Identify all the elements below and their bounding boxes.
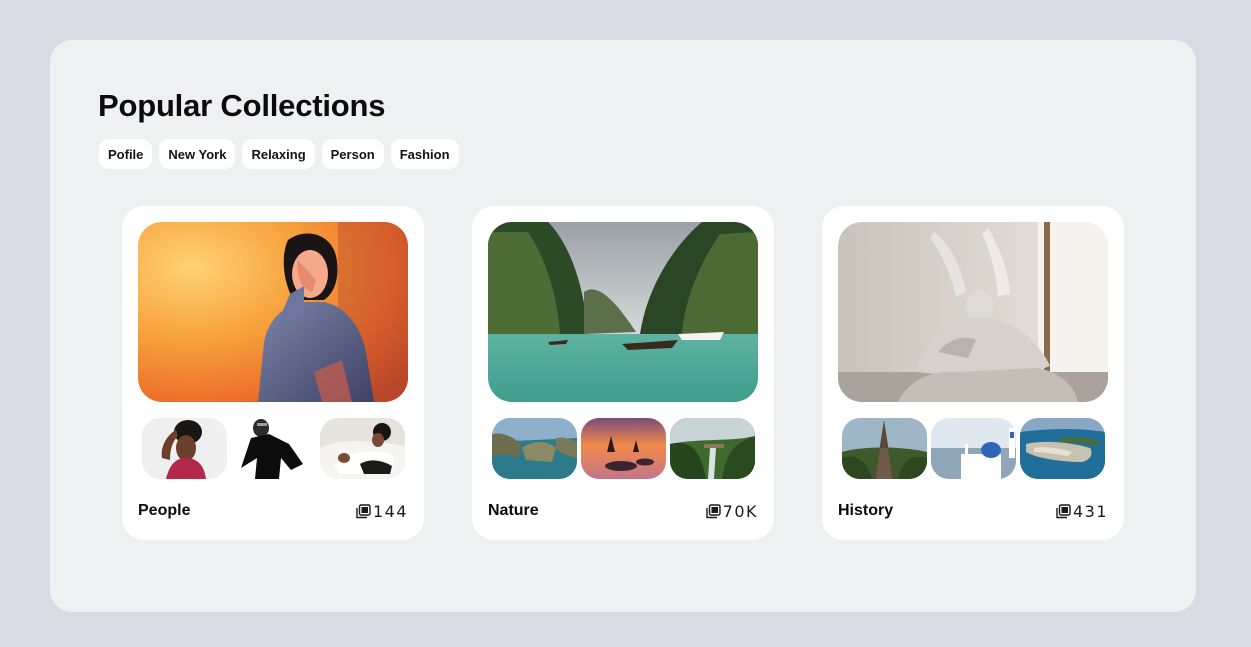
thumbnail-image[interactable]	[231, 418, 316, 479]
hero-image[interactable]	[138, 222, 408, 402]
thumbnail-row	[492, 418, 755, 479]
tag-relaxing[interactable]: Relaxing	[242, 139, 315, 169]
thumbnail-row	[842, 418, 1105, 479]
tag-fashion[interactable]: Fashion	[390, 139, 459, 169]
thumbnail-image[interactable]	[320, 418, 405, 479]
thumbnail-image[interactable]	[581, 418, 666, 479]
hero-image[interactable]	[488, 222, 758, 402]
collection-count-value: 144	[372, 502, 408, 521]
collection-count-value: 70K	[722, 502, 758, 521]
tag-list: Pofile New York Relaxing Person Fashion	[99, 139, 459, 169]
collection-count: 70K	[705, 502, 758, 521]
collection-count: 144	[356, 502, 408, 521]
thumbnail-image[interactable]	[931, 418, 1016, 479]
thumbnail-image[interactable]	[492, 418, 577, 479]
collection-card-nature[interactable]: Nature 70K	[472, 206, 774, 540]
tag-person[interactable]: Person	[321, 139, 384, 169]
tag-new-york[interactable]: New York	[159, 139, 236, 169]
thumbnail-image[interactable]	[842, 418, 927, 479]
thumbnail-image[interactable]	[142, 418, 227, 479]
thumbnail-row	[142, 418, 405, 479]
collection-name: History	[838, 502, 894, 519]
thumbnail-image[interactable]	[1020, 418, 1105, 479]
stack-icon	[705, 504, 721, 519]
stack-icon	[1056, 504, 1071, 519]
collection-count: 431	[1056, 502, 1108, 521]
thumbnail-image[interactable]	[670, 418, 755, 479]
tag-pofile[interactable]: Pofile	[99, 139, 153, 169]
collection-card-history[interactable]: History 431	[822, 206, 1124, 540]
page-title: Popular Collections	[98, 88, 386, 123]
hero-image[interactable]	[838, 222, 1108, 402]
collection-count-value: 431	[1072, 502, 1108, 521]
popular-collections-panel: Popular Collections Pofile New York Rela…	[50, 40, 1196, 612]
stack-icon	[356, 504, 371, 519]
collection-name: People	[138, 502, 191, 519]
collection-card-people[interactable]: People 144	[122, 206, 424, 540]
collection-name: Nature	[488, 502, 539, 519]
